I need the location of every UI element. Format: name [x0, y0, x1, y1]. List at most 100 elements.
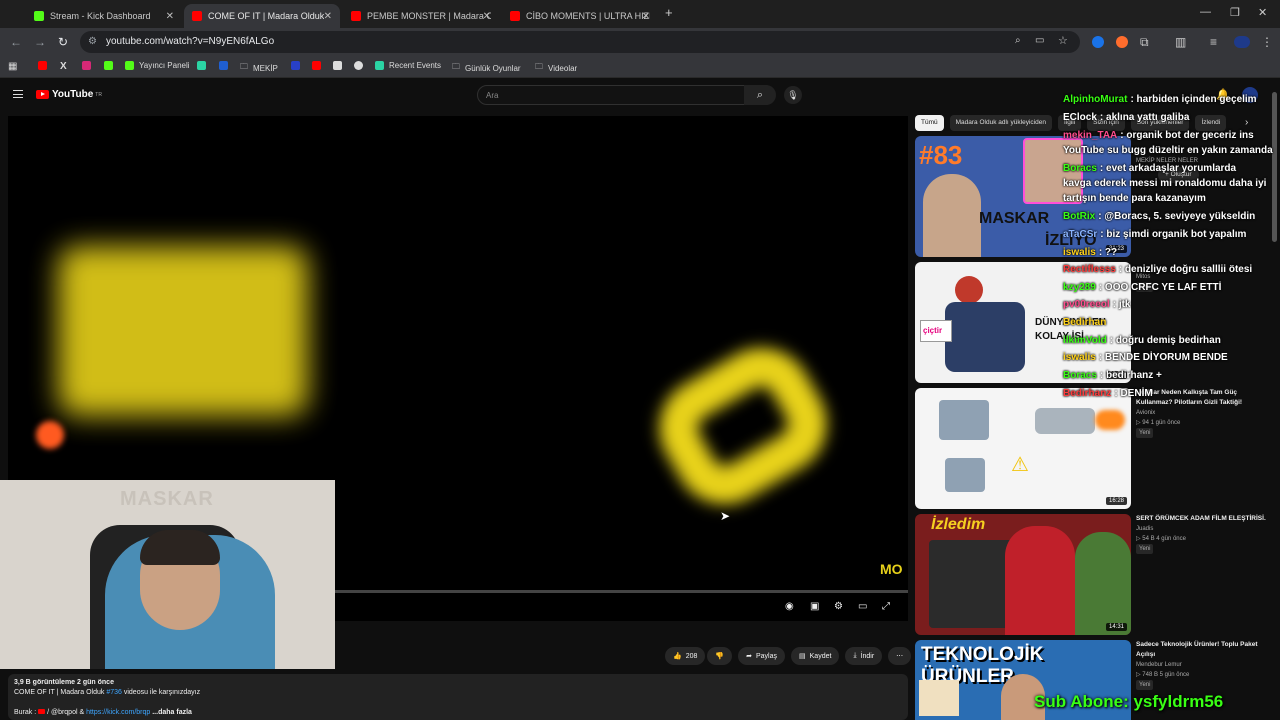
hashtag-link[interactable]: #736 — [106, 689, 122, 696]
bookmark-x[interactable]: X — [60, 61, 67, 72]
thumbnail-rider — [945, 302, 1025, 372]
extension-icon[interactable] — [1116, 36, 1128, 48]
bookmark-star-icon[interactable]: ☆ — [1058, 34, 1068, 47]
more-menu-icon[interactable]: ⋮ — [1261, 35, 1273, 49]
save-button[interactable]: ▤ Kaydet — [791, 647, 840, 665]
warning-icon: ⚠ — [1011, 454, 1029, 476]
extension-icon[interactable] — [1092, 36, 1104, 48]
bookmark-image[interactable] — [333, 61, 347, 70]
apps-grid-icon[interactable]: ▦ — [8, 61, 17, 72]
minimize-icon[interactable]: — — [1200, 6, 1211, 18]
chat-message: kzy289: OOO CRFC YE LAF ETTİ — [1063, 282, 1222, 293]
browser-tab-youtube-active[interactable]: COME OF IT | Madara Olduk ✕ — [184, 4, 340, 28]
chat-username: ilkimVold — [1063, 335, 1107, 346]
bookmark-prime[interactable] — [219, 61, 233, 70]
download-button[interactable]: ⤓ İndir — [845, 647, 883, 665]
thumbnail-helmet — [955, 276, 983, 304]
forward-icon[interactable]: → — [34, 35, 46, 49]
theater-mode-icon[interactable]: ▭ — [858, 601, 867, 612]
restore-icon[interactable]: ❐ — [1230, 6, 1240, 19]
dislike-button[interactable]: 👎 — [707, 647, 733, 665]
youtube-icon — [38, 61, 47, 70]
video-title[interactable]: Sadece Teknolojik Ürünler! Toplu Paket A… — [1136, 641, 1257, 658]
fullscreen-icon[interactable]: ⤢ — [882, 601, 890, 612]
bookmark-label: Videolar — [548, 63, 578, 73]
thumbnail-lock — [945, 458, 985, 492]
media-icon[interactable]: ≡ — [1210, 35, 1217, 49]
chat-username: kzy289 — [1063, 282, 1096, 293]
bookmark-discord[interactable] — [291, 61, 305, 70]
bookmark-yayinci-paneli[interactable]: Yayıncı Paneli — [125, 61, 190, 70]
reload-icon[interactable]: ↻ — [58, 35, 68, 49]
bookmark-github[interactable] — [354, 61, 368, 70]
profile-avatar[interactable] — [1234, 36, 1250, 48]
bookmark-kick[interactable] — [104, 61, 118, 70]
channel-name[interactable]: Juadis — [1136, 526, 1153, 532]
video-description[interactable]: 3,9 B görüntüleme 2 gün önce COME OF IT … — [8, 674, 908, 720]
share-button[interactable]: ➦ Paylaş — [738, 647, 786, 665]
subscriber-alert-overlay: Sub Abone: ysfyldrm56 — [1034, 692, 1224, 711]
chat-username: Bedirhan — [1063, 317, 1107, 328]
bookmark-youtube[interactable] — [38, 61, 52, 70]
recommendation-thumbnail[interactable]: ⚠ 16:28 — [915, 388, 1131, 509]
bookmark-folder-mekip[interactable]: 🗀 MEKİP — [240, 61, 278, 75]
browser-tab-pembe-monster[interactable]: PEMBE MONSTER | Madara Olduk ✕ — [343, 4, 499, 28]
chip-all[interactable]: Tümü — [915, 115, 944, 131]
like-button[interactable]: 👍 208 — [665, 647, 706, 665]
cast-icon[interactable]: ▭ — [1035, 35, 1044, 46]
sidebar-icon[interactable]: ▥ — [1175, 35, 1186, 49]
site-info-icon[interactable]: ⚙ — [88, 36, 97, 47]
search-input[interactable]: Ara — [477, 85, 775, 105]
chat-text: jtk — [1118, 299, 1131, 310]
menu-hamburger-icon[interactable] — [13, 90, 23, 98]
chat-message: Bedirhanz: DENİM — [1063, 388, 1153, 399]
x-icon: X — [60, 61, 67, 72]
recommendation-thumbnail[interactable]: İzledim 14:31 — [915, 514, 1131, 635]
folder-icon: 🗀 — [452, 62, 460, 71]
settings-gear-icon[interactable]: ⚙ — [834, 601, 843, 612]
address-bar[interactable]: ⚙ youtube.com/watch?v=N9yEN6fALGo ⌕ ▭ ☆ — [80, 31, 1080, 53]
save-icon: ▤ — [799, 653, 806, 660]
kick-link[interactable]: https://kick.com/brqp — [86, 709, 150, 716]
chat-message: Boracs: bedirhanz + — [1063, 370, 1162, 381]
chat-text: ?? — [1104, 247, 1118, 258]
chat-text: tartışın bende para kazanayım — [1063, 193, 1206, 204]
bookmark-instagram[interactable] — [82, 61, 96, 70]
channel-name[interactable]: Mendebur Lemur — [1136, 662, 1182, 668]
browser-tab-kick[interactable]: Stream - Kick Dashboard ✕ — [26, 4, 182, 28]
more-actions-button[interactable]: ⋯ — [888, 647, 912, 665]
video-frame-flame — [36, 421, 64, 449]
bookmark-recent-events[interactable]: Recent Events — [375, 61, 441, 70]
close-tab-icon[interactable]: ✕ — [642, 11, 650, 22]
autoplay-toggle-icon[interactable]: ◉ — [785, 601, 794, 612]
close-tab-icon[interactable]: ✕ — [166, 11, 174, 22]
more-horiz-icon: ⋯ — [896, 653, 904, 660]
zoom-icon[interactable]: ⌕ — [1015, 35, 1021, 46]
video-title[interactable]: SERT ÖRÜMCEK ADAM FİLM ELEŞTİRİSİ. — [1136, 515, 1266, 522]
voice-search-button[interactable]: 🎙 — [784, 86, 802, 104]
close-tab-icon[interactable]: ✕ — [483, 11, 491, 22]
show-more-link[interactable]: ...daha fazla — [150, 709, 192, 716]
page-scrollbar[interactable] — [1272, 92, 1277, 242]
new-tab-icon[interactable]: + — [665, 5, 673, 20]
tab-label: CİBO MOMENTS | ULTRA HIZLI — [526, 11, 650, 21]
channel-name[interactable]: Avionix — [1136, 410, 1155, 416]
bookmark-folder-videolar[interactable]: 🗀 Videolar — [535, 61, 577, 75]
back-icon[interactable]: ← — [10, 35, 22, 49]
chip-from-uploader[interactable]: Madara Olduk adlı yükleyiciden — [949, 115, 1052, 131]
close-window-icon[interactable]: ✕ — [1258, 6, 1267, 19]
subtitles-icon[interactable]: ▣ — [810, 601, 819, 612]
chevron-right-icon[interactable]: › — [1245, 117, 1248, 128]
mic-icon: 🎙 — [787, 90, 799, 100]
bookmark-youtube-studio[interactable] — [312, 61, 326, 70]
youtube-logo[interactable]: YouTube TR — [36, 89, 102, 100]
thumbs-down-icon: 👎 — [715, 653, 725, 660]
bookmark-folder-gunluk-oyunlar[interactable]: 🗀 Günlük Oyunlar — [452, 61, 521, 75]
bookmark-app[interactable] — [197, 61, 211, 70]
extensions-puzzle-icon[interactable]: ⧉ — [1140, 35, 1149, 50]
search-button[interactable]: ⌕ — [744, 85, 776, 105]
thumbs-up-icon: 👍 — [673, 653, 682, 660]
browser-tab-cibo-moments[interactable]: CİBO MOMENTS | ULTRA HIZLI ✕ — [502, 4, 658, 28]
video-actions: 👍 208 👎 ➦ Paylaş ▤ Kaydet ⤓ İndir ⋯ — [659, 647, 912, 665]
close-tab-icon[interactable]: ✕ — [324, 11, 332, 22]
